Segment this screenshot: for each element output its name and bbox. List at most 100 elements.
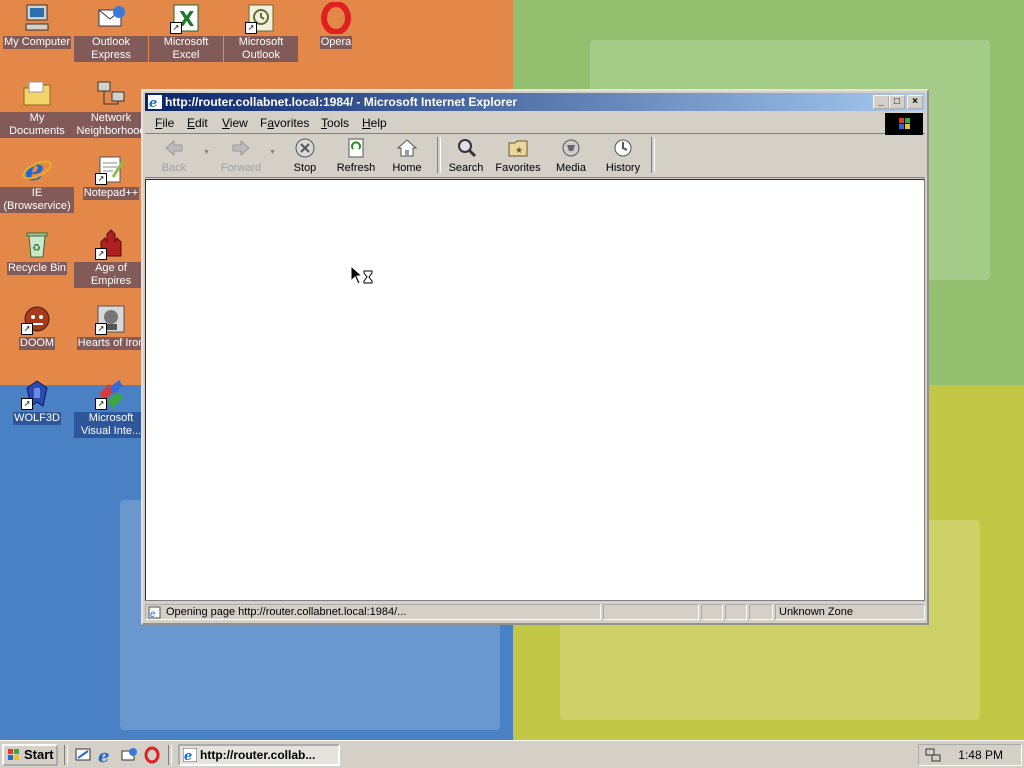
refresh-label: Refresh [336,162,376,174]
show-desktop-icon[interactable] [74,746,92,764]
page-icon: e [148,606,161,619]
start-label: Start [24,747,54,762]
favorites-folder-icon: ★ [508,140,528,157]
notepad-icon: ↗ [95,153,127,185]
menu-accelerator: V [222,116,230,130]
minimize-button[interactable]: _ [873,95,889,109]
outlook-express-icon [95,2,127,34]
opera-quicklaunch-icon[interactable] [143,746,161,764]
taskbar-button-ie[interactable]: e http://router.collab... [178,744,340,766]
shortcut-arrow-icon: ↗ [245,22,257,34]
menu-tools[interactable]: Tools [321,116,349,130]
outlook-express-quicklaunch-icon[interactable] [120,746,138,764]
desktop-icon-label: Microsoft Excel [149,36,223,62]
svg-text:e: e [150,609,156,619]
desktop-icon-visual-interdev[interactable]: ↗ Microsoft Visual Inte... [74,378,148,441]
desktop-icon-ie-browservice[interactable]: e IE (Browservice) [0,153,74,216]
history-icon [614,139,632,157]
back-button[interactable]: Back [153,137,195,174]
standard-toolbar: Back ▼ Forward ▼ Stop Refresh Home Searc… [145,135,925,178]
desktop-icon-doom[interactable]: ↗ DOOM [0,303,74,353]
toolbar-separator [437,137,441,173]
media-label: Media [556,162,586,174]
menu-help[interactable]: Help [362,116,387,130]
desktop-icon-label: My Documents [0,112,74,138]
system-tray: 1:48 PM [918,744,1022,766]
page-content[interactable] [145,179,925,601]
menu-bar: File Edit View Favorites Tools Help [145,113,925,135]
favorites-button[interactable]: ★ Favorites [493,137,543,174]
desktop-icon-label: Microsoft Outlook [224,36,298,62]
shortcut-arrow-icon: ↗ [170,22,182,34]
history-button[interactable]: History [601,137,645,174]
forward-dropdown-icon[interactable]: ▼ [269,149,276,156]
desktop-icon-label: My Computer [2,36,72,49]
menu-accelerator: E [187,116,196,130]
desktop-icon-network-neighborhood[interactable]: Network Neighborhood [74,78,148,141]
media-button[interactable]: Media [551,137,591,174]
forward-button[interactable]: Forward [215,137,267,174]
start-button[interactable]: Start [2,744,58,766]
menu-edit[interactable]: Edit [187,116,208,130]
desktop-icon-notepad-plus-plus[interactable]: ↗ Notepad++ [74,153,148,203]
desktop-icon-microsoft-excel[interactable]: X ↗ Microsoft Excel [149,2,223,65]
desktop-icon-my-computer[interactable]: My Computer [0,2,74,52]
refresh-icon [348,138,364,158]
svg-text:e: e [98,746,109,764]
window-title: http://router.collabnet.local:1984/ - Mi… [165,95,518,109]
maximize-button[interactable]: □ [889,95,905,109]
menu-label: iew [229,116,248,130]
stop-icon [295,138,315,158]
menu-label: elp [370,116,387,130]
search-icon [458,139,477,158]
menu-view[interactable]: View [222,116,248,130]
search-button[interactable]: Search [445,137,487,174]
network-tray-icon[interactable] [925,747,941,763]
folder-icon [21,78,53,110]
windows-logo-throbber [885,113,923,135]
home-button[interactable]: Home [387,137,427,174]
ie-window: e http://router.collabnet.local:1984/ - … [141,89,929,625]
back-dropdown-icon[interactable]: ▼ [203,149,210,156]
zone-label: Unknown Zone [779,606,853,618]
desktop-icon-outlook-express[interactable]: Outlook Express [74,2,148,65]
status-bar: e Opening page http://router.collabnet.l… [145,603,925,621]
wolf3d-icon: ↗ [21,378,53,410]
desktop-icon-recycle-bin[interactable]: ♻ Recycle Bin [0,228,74,278]
favorites-label: Favorites [495,162,541,174]
desktop-icon-microsoft-outlook[interactable]: ↗ Microsoft Outlook [224,2,298,65]
desktop-icon-age-of-empires[interactable]: ↗ Age of Empires [74,228,148,291]
title-bar[interactable]: e http://router.collabnet.local:1984/ - … [145,93,925,111]
status-pane [701,604,723,620]
desktop-icon-my-documents[interactable]: My Documents [0,78,74,141]
history-label: History [605,162,641,174]
menu-label: ools [327,116,350,130]
refresh-button[interactable]: Refresh [333,137,379,174]
menu-label: dit [195,116,208,130]
stop-button[interactable]: Stop [285,137,325,174]
status-progress [603,604,699,620]
desktop-icon-wolf3d[interactable]: ↗ WOLF3D [0,378,74,428]
forward-arrow-icon [232,139,250,157]
desktop-icon-hearts-of-iron[interactable]: ↗ Hearts of Iron [74,303,148,353]
ie-icon[interactable]: e [148,95,162,109]
desktop-icon-opera[interactable]: Opera [299,2,373,52]
back-label: Back [161,162,187,174]
ie-quicklaunch-icon[interactable]: e [97,746,115,764]
taskbar-separator [64,745,68,765]
outlook-icon: ↗ [245,2,277,34]
desktop-icon-label: Hearts of Iron [76,337,146,350]
doom-icon: ↗ [21,303,53,335]
close-button[interactable]: × [907,95,923,109]
desktop-icon-label: Opera [319,36,353,49]
desktop-icon-label: IE (Browservice) [0,187,74,213]
age-of-empires-icon: ↗ [95,228,127,260]
home-icon [396,139,418,157]
desktop-icon-label: Age of Empires [74,262,148,288]
shortcut-arrow-icon: ↗ [95,398,107,410]
recycle-bin-icon: ♻ [21,228,53,260]
clock[interactable]: 1:48 PM [958,745,1003,765]
menu-file[interactable]: File [155,116,174,130]
desktop-icon-label: Outlook Express [74,36,148,62]
menu-favorites[interactable]: Favorites [260,116,309,130]
